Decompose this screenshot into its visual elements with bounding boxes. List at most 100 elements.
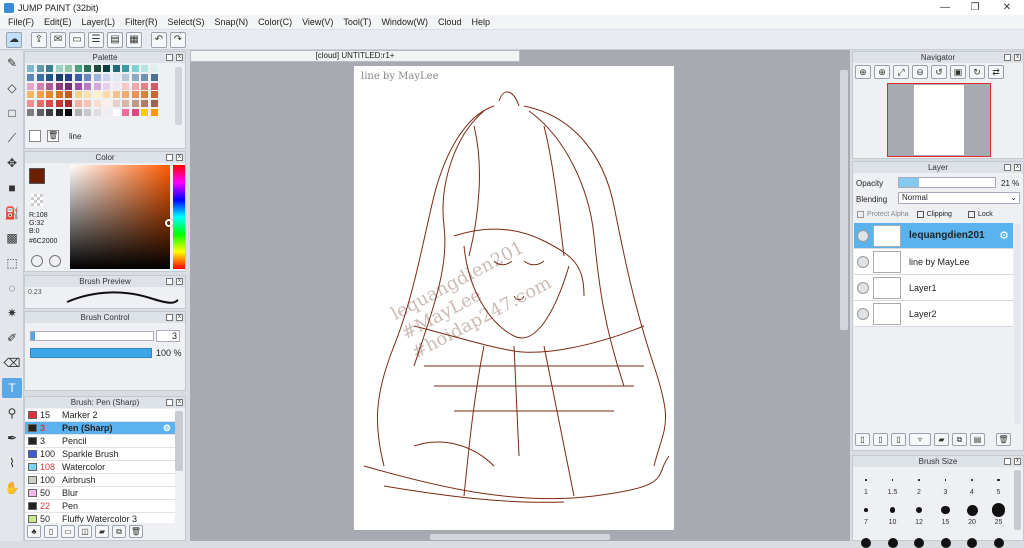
brush-size-dot[interactable] [891, 479, 894, 481]
brush-size-dot[interactable] [865, 479, 867, 481]
brush-size-dot[interactable] [970, 478, 974, 482]
palette-swatch[interactable] [36, 73, 44, 81]
color-picker-cursor[interactable] [165, 219, 173, 227]
palette-swatch[interactable] [112, 91, 120, 99]
brush-size-dot[interactable] [861, 538, 871, 548]
palette-scrollbar[interactable] [175, 67, 182, 125]
palette-swatch[interactable] [122, 65, 129, 72]
palette-swatch[interactable] [55, 82, 63, 90]
close-icon[interactable]: x [176, 54, 183, 61]
canvas-horizontal-scrollbar[interactable] [430, 534, 610, 540]
palette-swatch[interactable] [122, 82, 129, 90]
palette-swatch[interactable] [131, 109, 139, 116]
lasso-tool-icon[interactable]: ◌ [2, 278, 22, 298]
palette-swatch[interactable] [122, 91, 129, 99]
brush-folder-icon[interactable]: ▰ [95, 525, 109, 538]
pin-icon[interactable] [1004, 458, 1011, 465]
hand-tool-icon[interactable]: ✋ [2, 478, 22, 498]
palette-swatch[interactable] [27, 73, 34, 81]
palette-swatch[interactable] [141, 73, 148, 81]
palette-swatch[interactable] [131, 91, 139, 99]
palette-swatch[interactable] [141, 109, 148, 116]
brush-size-dot[interactable] [997, 478, 1000, 482]
reset-view-icon[interactable]: ▣ [950, 65, 966, 79]
menu-layer[interactable]: Layer(L) [77, 17, 121, 27]
new-mono-layer-icon[interactable]: ▯ [891, 433, 906, 446]
palette-swatch[interactable] [141, 65, 148, 72]
layer-visibility-icon[interactable] [857, 307, 869, 320]
display-icon[interactable]: ▭ [69, 31, 85, 48]
palette-swatch[interactable] [27, 82, 34, 90]
rect-tool-icon[interactable]: □ [2, 103, 22, 123]
palette-swatch[interactable] [93, 109, 101, 116]
rotate-right-icon[interactable]: ↻ [969, 65, 985, 79]
palette-swatch[interactable] [46, 65, 53, 72]
operation-tool-icon[interactable]: ⚲ [2, 403, 22, 423]
menu-file[interactable]: File(F) [3, 17, 39, 27]
layer-copy-icon[interactable]: ▤ [970, 433, 985, 446]
pin-icon[interactable] [166, 154, 173, 161]
menu-view[interactable]: View(V) [297, 17, 338, 27]
palette-swatch[interactable] [46, 91, 53, 99]
layer-settings-icon[interactable]: ⚙ [999, 229, 1009, 242]
palette-swatch[interactable] [112, 109, 120, 116]
palette-swatch[interactable] [74, 91, 82, 99]
menu-window[interactable]: Window(W) [376, 17, 433, 27]
palette-swatch[interactable] [65, 100, 72, 108]
palette-swatch[interactable] [65, 82, 72, 90]
brush-size-dot[interactable] [941, 505, 950, 515]
new-palette-icon[interactable] [29, 130, 41, 142]
menu-cloud[interactable]: Cloud [433, 17, 467, 27]
menu-edit[interactable]: Edit(E) [39, 17, 77, 27]
brush-size-dot[interactable] [991, 503, 1006, 517]
brush-copy-icon[interactable]: ▭ [61, 525, 75, 538]
menu-tool[interactable]: Tool(T) [338, 17, 376, 27]
palette-swatch[interactable] [112, 65, 120, 72]
brush-size-dot[interactable] [918, 479, 920, 481]
pin-icon[interactable] [166, 399, 173, 406]
palette-swatch[interactable] [150, 65, 158, 72]
brush-opacity-slider[interactable] [30, 348, 152, 358]
select-rect-tool-icon[interactable]: ⬚ [2, 253, 22, 273]
close-icon[interactable]: x [176, 278, 183, 285]
brush-size-dot[interactable] [967, 538, 977, 548]
pin-icon[interactable] [166, 278, 173, 285]
layout-icon[interactable]: ▤ [107, 31, 123, 48]
brush-add-icon[interactable]: ♣ [27, 525, 41, 538]
layer-delete-icon[interactable]: 🗑 [996, 433, 1011, 446]
palette-swatch[interactable] [141, 100, 148, 108]
brush-list-item[interactable]: 50 Blur [25, 487, 175, 500]
palette-swatch[interactable] [27, 100, 34, 108]
menu-filter[interactable]: Filter(R) [120, 17, 163, 27]
brush-size-dot[interactable] [889, 507, 896, 513]
close-icon[interactable]: x [1014, 54, 1021, 61]
brush-delete-icon[interactable]: 🗑 [129, 525, 143, 538]
brush-size-dot[interactable] [887, 538, 898, 548]
flip-icon[interactable]: ⇄ [988, 65, 1004, 79]
clipping-checkbox[interactable] [916, 211, 924, 218]
palette-swatch[interactable] [65, 109, 72, 116]
palette-swatch[interactable] [112, 100, 120, 108]
pen-tool-icon[interactable]: ✎ [2, 53, 22, 73]
palette-swatch[interactable] [150, 73, 158, 81]
palette-swatch[interactable] [74, 109, 82, 116]
palette-swatch[interactable] [55, 109, 63, 116]
bucket-tool-icon[interactable]: ⛽ [2, 203, 22, 223]
palette-swatch[interactable] [84, 91, 91, 99]
palette-swatch[interactable] [93, 73, 101, 81]
brush-size-dot[interactable] [944, 479, 947, 481]
brush-size-field[interactable]: 3 [156, 330, 180, 342]
palette-swatch[interactable] [46, 100, 53, 108]
palette-swatch[interactable] [74, 65, 82, 72]
palette-swatch[interactable] [112, 73, 120, 81]
menu-select[interactable]: Select(S) [163, 17, 210, 27]
list-icon[interactable]: ☰ [88, 31, 104, 48]
maximize-button[interactable]: ❐ [960, 0, 990, 15]
undo-icon[interactable]: ↶ [151, 31, 167, 48]
brush-list-item[interactable]: 50 Fluffy Watercolor 3 [25, 513, 175, 523]
navigator-preview[interactable] [887, 83, 991, 157]
palette-swatch[interactable] [150, 109, 158, 116]
palette-swatch[interactable] [103, 109, 110, 116]
palette-swatch[interactable] [55, 100, 63, 108]
palette-swatch[interactable] [84, 109, 91, 116]
